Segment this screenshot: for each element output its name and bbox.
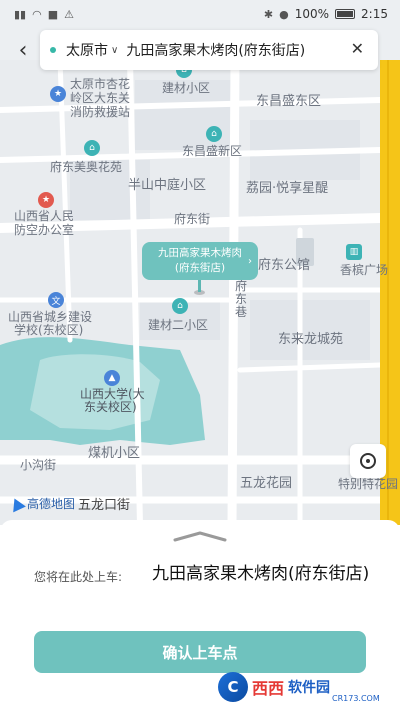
map-label: 东昌盛新区: [182, 144, 243, 158]
chevron-left-icon: ‹: [18, 37, 28, 63]
map-label: 半山中庭小区: [128, 178, 207, 193]
map-label: 山西省人民: [14, 209, 75, 223]
map-label: 煤机小区: [88, 446, 141, 461]
locate-icon: [360, 453, 376, 469]
pickup-pin-callout[interactable]: 九田高家果木烤肉 (府东街店) ›: [142, 242, 258, 280]
location-icon: ●: [279, 7, 289, 21]
bluetooth-icon: ✱: [263, 7, 274, 21]
school-icon: 文: [48, 292, 64, 308]
search-input[interactable]: 九田高家果木烤肉(府东街店): [126, 40, 318, 60]
residential-icon: ⌂: [84, 140, 100, 156]
back-button[interactable]: ‹: [10, 36, 36, 64]
search-header: ‹ 太原市 ∨ 九田高家果木烤肉(府东街店) ✕: [0, 30, 400, 70]
map-label: 岭区大东关: [70, 91, 131, 105]
map-label: 府东街: [174, 212, 211, 226]
map-attribution: 高德地图 五龙口街: [8, 494, 131, 513]
watermark-brand-red: 西西: [252, 679, 285, 698]
status-right: ✱ ● 100% 2:15: [264, 7, 388, 21]
clear-search-button[interactable]: ✕: [351, 39, 364, 58]
map-label: 府东美奥花苑: [50, 160, 123, 174]
notification-icon: ■: [47, 7, 59, 21]
pin-subtitle: (府东街店): [174, 262, 226, 274]
alert-icon: ⚠: [64, 7, 74, 21]
map-label: 小沟街: [20, 458, 57, 472]
residential-icon: ⌂: [206, 126, 222, 142]
wifi-icon: ◠: [32, 7, 42, 21]
map-label: 东关校区): [84, 400, 137, 414]
government-icon: ★: [38, 192, 54, 208]
locate-me-button[interactable]: [350, 444, 386, 478]
attribution-text: 高德地图: [27, 497, 76, 511]
building-icon: ▥: [346, 244, 362, 260]
signal-icon: ▮▮: [14, 7, 27, 21]
map-label: 香槟广场: [340, 263, 389, 277]
map-view[interactable]: 太原市杏花 岭区大东关 消防救援站 ★ 建材小区 ⌂ 东昌盛东区 ⌂ 东昌盛新区…: [0, 0, 400, 525]
battery-percent: 100%: [294, 7, 330, 21]
city-selector[interactable]: 太原市: [66, 40, 108, 60]
map-label: 防空办公室: [14, 223, 75, 237]
pickup-location-name: 九田高家果木烤肉(府东街店): [152, 564, 370, 584]
sheet-handle[interactable]: [173, 530, 227, 542]
residential-icon: ⌂: [172, 298, 188, 314]
watermark-logo: C: [218, 672, 248, 702]
pin-title: 九田高家果木烤肉: [158, 247, 242, 259]
map-label: 建材小区: [162, 81, 211, 95]
fire-station-icon: ★: [50, 86, 66, 102]
amap-logo-icon: [8, 495, 26, 512]
map-label: 消防救援站: [70, 105, 131, 119]
status-left: ▮▮ ◠ ■ ⚠: [14, 8, 74, 21]
battery-icon: [335, 9, 356, 19]
chevron-right-icon: ›: [248, 256, 252, 267]
pickup-prompt: 您将在此处上车:: [34, 570, 123, 584]
university-icon: ▲: [104, 370, 120, 386]
map-label: 建材二小区: [148, 318, 209, 332]
map-label: 太原市杏花: [70, 77, 131, 91]
watermark-brand-blue: 软件园: [288, 680, 331, 696]
watermark: C 西西 软件园 CR173.COM: [212, 668, 396, 706]
search-box[interactable]: 太原市 ∨ 九田高家果木烤肉(府东街店) ✕: [40, 30, 378, 70]
confirm-pickup-button[interactable]: 确认上车点: [34, 631, 366, 673]
pin-stem: [198, 280, 201, 292]
map-label: 五龙花园: [240, 476, 293, 491]
city-dot-icon: [50, 47, 56, 53]
map-label: 府东巷: [235, 279, 248, 319]
status-bar: ▮▮ ◠ ■ ⚠ ✱ ● 100% 2:15: [0, 0, 400, 28]
map-label: 府东公馆: [258, 258, 311, 273]
map-label: 特别特花园: [338, 477, 399, 491]
map-label: 东昌盛东区: [256, 94, 322, 109]
map-label: 五龙口街: [78, 498, 131, 513]
clock: 2:15: [361, 7, 388, 21]
map-label: 学校(东校区): [14, 323, 84, 337]
map-label: 东来龙城苑: [278, 332, 344, 347]
watermark-domain: CR173.COM: [332, 694, 380, 703]
map-label: 荔园·悦享星醍: [246, 181, 329, 196]
chevron-down-icon[interactable]: ∨: [111, 45, 118, 56]
